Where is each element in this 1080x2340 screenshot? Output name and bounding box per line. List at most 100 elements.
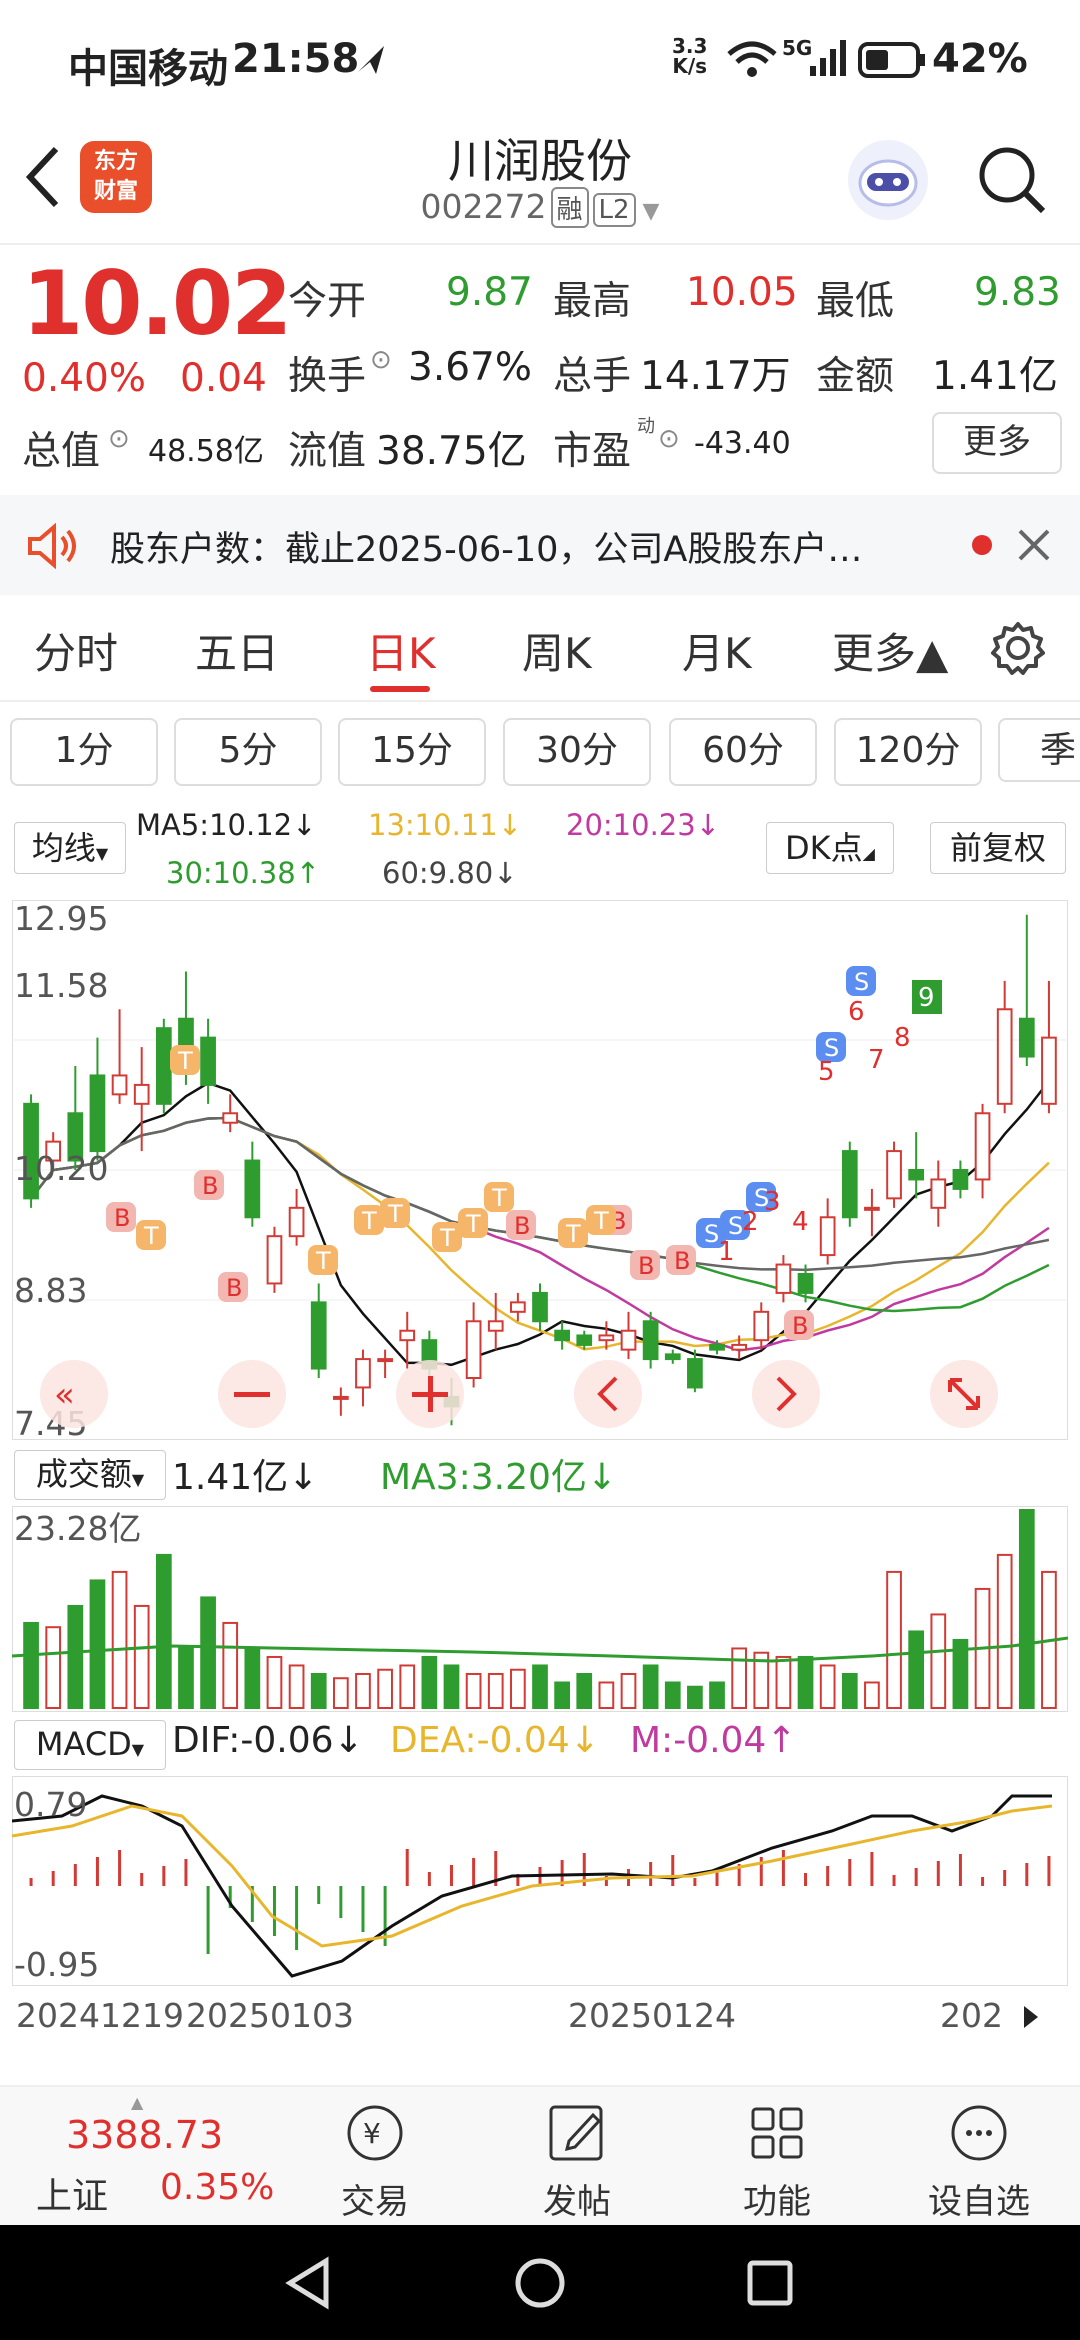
t-marker: T <box>458 1208 488 1238</box>
macd-bar <box>693 1878 697 1886</box>
t-marker: T <box>484 1182 514 1212</box>
settings-gear-icon[interactable] <box>990 620 1046 676</box>
macd-bar <box>914 1868 918 1886</box>
battery-percent: 42% <box>932 36 1028 82</box>
status-bar: 中国移动 21:58 3.3 K/s 5G 42% <box>0 0 1080 115</box>
robot-assistant-icon[interactable] <box>845 137 931 223</box>
tab-intraday[interactable]: 分时 <box>34 620 118 681</box>
trade-button[interactable]: ¥ 交易 <box>310 2101 440 2223</box>
index-name: 上证 <box>36 2176 109 2217</box>
macd-bar <box>848 1859 852 1886</box>
tab-monthly-k[interactable]: 月K <box>682 620 752 681</box>
candle <box>487 1320 504 1332</box>
home-nav-icon[interactable] <box>512 2255 568 2311</box>
candle <box>753 1310 770 1342</box>
macd-bar <box>892 1875 896 1886</box>
macd-bar <box>671 1855 675 1886</box>
svg-text:B: B <box>114 1204 130 1232</box>
chart-next-button[interactable] <box>752 1360 820 1428</box>
tab-more[interactable]: 更多▲ <box>832 620 948 681</box>
app-logo[interactable]: 东方 财富 <box>80 141 152 213</box>
tab-daily-k[interactable]: 日K <box>366 620 436 681</box>
candle <box>864 1206 880 1211</box>
adjust-button[interactable]: 前复权 <box>930 822 1066 874</box>
info-icon[interactable]: ⊙ <box>658 424 680 454</box>
volume-bar <box>598 1681 615 1710</box>
candle <box>576 1334 593 1346</box>
trade-icon: ¥ <box>347 2105 403 2161</box>
candle <box>797 1273 814 1294</box>
chart-zoom-in-button[interactable] <box>396 1360 464 1428</box>
notice-banner[interactable]: 股东户数：截止2025-06-10，公司A股股东户… <box>0 495 1080 595</box>
macd-bar <box>472 1858 476 1886</box>
svg-text:8: 8 <box>894 1023 911 1053</box>
index-quote[interactable]: ▲ 3388.73 上证 0.35% <box>0 2087 274 2227</box>
back-arrow-icon[interactable] <box>22 145 62 209</box>
back-nav-icon[interactable] <box>282 2255 338 2311</box>
info-icon[interactable]: ⊙ <box>370 345 392 375</box>
macd-bar <box>649 1862 653 1886</box>
kline-axis-2: 11.58 <box>14 966 108 1005</box>
ma-selector[interactable]: 均线▼ <box>14 822 126 874</box>
search-icon[interactable] <box>975 143 1049 217</box>
svg-text:9: 9 <box>918 983 935 1013</box>
tab-weekly-k[interactable]: 周K <box>522 620 592 681</box>
dk-point-button[interactable]: DK点◢ <box>766 822 894 874</box>
more-button[interactable]: 更多 <box>932 412 1062 474</box>
period-60min[interactable]: 60分 <box>669 718 817 786</box>
chart-rewind-button[interactable]: « <box>40 1360 108 1428</box>
macd-bar <box>339 1886 343 1918</box>
macd-bar <box>870 1852 874 1886</box>
period-15min[interactable]: 15分 <box>338 718 486 786</box>
volume-selector[interactable]: 成交额▼ <box>14 1450 166 1500</box>
info-icon[interactable]: ⊙ <box>108 424 130 454</box>
period-5min[interactable]: 5分 <box>174 718 322 786</box>
macd-selector[interactable]: MACD▼ <box>14 1720 166 1770</box>
kline-chart[interactable]: B B B B B B B B T T T T T T T T T T S S … <box>12 900 1068 1440</box>
chart-scroll-right-icon[interactable] <box>1006 1994 1056 2040</box>
svg-text:B: B <box>792 1312 808 1340</box>
candle <box>355 1358 371 1389</box>
buy-marker: B <box>506 1210 536 1240</box>
svg-text:T: T <box>177 1047 193 1075</box>
period-120min[interactable]: 120分 <box>834 718 982 786</box>
period-1min[interactable]: 1分 <box>10 718 158 786</box>
chart-prev-button[interactable] <box>574 1360 642 1428</box>
carrier: 中国移动 <box>68 46 228 92</box>
macd-chart[interactable]: 0.79 -0.95 <box>12 1776 1068 1986</box>
tab-five-day[interactable]: 五日 <box>195 620 279 681</box>
functions-button[interactable]: 功能 <box>712 2101 842 2223</box>
candle <box>886 1150 902 1200</box>
macd-bar <box>405 1849 409 1886</box>
volume-bar <box>399 1664 416 1709</box>
notice-text: 股东户数：截止2025-06-10，公司A股股东户… <box>110 530 863 570</box>
chart-fullscreen-button[interactable] <box>930 1360 998 1428</box>
candle <box>819 1216 836 1257</box>
pe-label: 市盈 <box>553 429 632 474</box>
close-icon[interactable] <box>1016 527 1052 563</box>
candle <box>930 1178 947 1209</box>
svg-text:T: T <box>565 1220 581 1248</box>
buy-marker: B <box>784 1310 814 1340</box>
macd-m: M:-0.04↑ <box>630 1720 797 1761</box>
high-label: 最高 <box>553 279 632 324</box>
margin-tag: 融 <box>550 187 589 228</box>
post-button[interactable]: 发帖 <box>512 2101 642 2223</box>
candle <box>310 1301 327 1370</box>
volume-chart[interactable]: 23.28亿 <box>12 1506 1068 1712</box>
chart-zoom-out-button[interactable] <box>218 1360 286 1428</box>
candle <box>399 1329 416 1342</box>
stock-code-line[interactable]: 002272 融 L2 ▼ <box>240 187 840 228</box>
t-marker: T <box>558 1218 588 1248</box>
volume-bar <box>443 1664 460 1709</box>
macd-bar <box>317 1886 321 1904</box>
period-30min[interactable]: 30分 <box>503 718 651 786</box>
recents-nav-icon[interactable] <box>742 2255 798 2311</box>
macd-bar <box>140 1873 144 1886</box>
volume-bar <box>23 1621 39 1709</box>
more-dots-icon <box>951 2105 1007 2161</box>
svg-text:B: B <box>202 1172 218 1200</box>
candle <box>974 1112 991 1181</box>
add-watchlist-button[interactable]: 设自选 <box>914 2101 1044 2223</box>
period-quarter[interactable]: 季 <box>998 718 1080 782</box>
